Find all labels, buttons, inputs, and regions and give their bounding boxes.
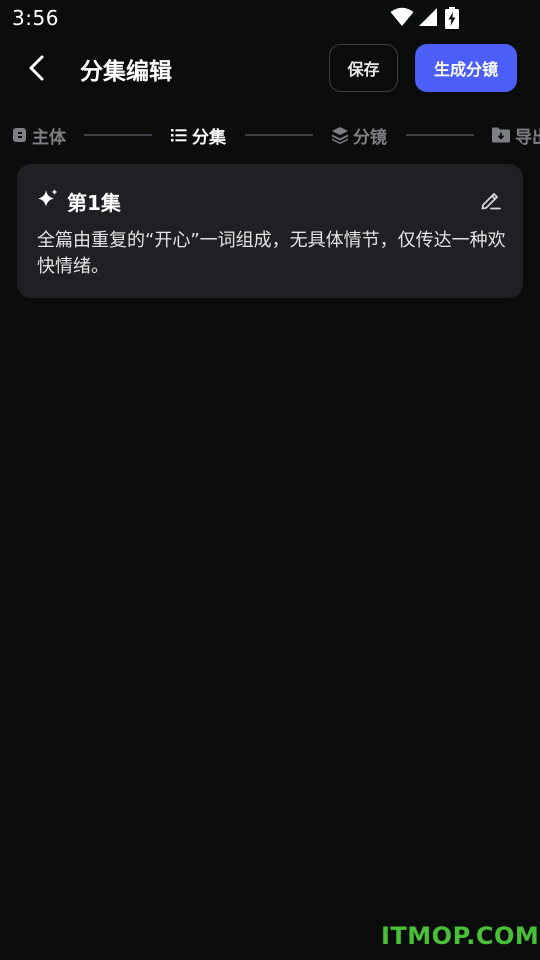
back-button[interactable] xyxy=(22,50,54,86)
sparkle-icon xyxy=(38,189,58,207)
chevron-left-icon xyxy=(29,55,44,81)
edit-episode-button[interactable] xyxy=(479,188,503,212)
layers-icon xyxy=(332,127,348,144)
step-export[interactable]: 导出 xyxy=(491,118,540,152)
signal-icon xyxy=(419,8,437,26)
status-bar: 3:56 xyxy=(0,0,540,36)
status-time: 3:56 xyxy=(12,6,59,30)
step-connector xyxy=(245,134,313,136)
battery-charging-icon xyxy=(445,7,459,29)
episode-summary: 全篇由重复的“开心”一词组成，无具体情节，仅传达一种欢快情绪。 xyxy=(37,230,506,277)
step-label: 分集 xyxy=(192,127,226,148)
edit-icon xyxy=(481,193,501,210)
watermark: ITMOP.COM xyxy=(381,922,540,950)
save-button[interactable]: 保存 xyxy=(329,44,398,92)
wifi-icon xyxy=(390,7,414,26)
subject-icon xyxy=(13,128,26,142)
step-connector xyxy=(406,134,474,136)
export-folder-icon xyxy=(492,127,510,143)
step-subject[interactable]: 主体 xyxy=(12,118,66,152)
step-storyboard[interactable]: 分镜 xyxy=(331,118,387,152)
step-label: 主体 xyxy=(32,127,66,148)
episode-card[interactable]: 第1集 全篇由重复的“开心”一词组成，无具体情节，仅传达一种欢快情绪。 xyxy=(17,164,523,298)
page-title: 分集编辑 xyxy=(80,59,172,85)
list-icon xyxy=(171,129,187,142)
generate-storyboard-button[interactable]: 生成分镜 xyxy=(415,44,517,92)
step-label: 导出 xyxy=(515,127,540,148)
step-label: 分镜 xyxy=(353,127,387,148)
step-episodes[interactable]: 分集 xyxy=(170,118,226,152)
step-connector xyxy=(84,134,152,136)
header: 分集编辑 保存 生成分镜 xyxy=(0,40,540,96)
step-progress-bar: 主体 分集 分镜 导 xyxy=(0,118,540,152)
screen: 3:56 分集编辑 保存 生成分镜 主体 分集 分镜 导 第1集 全篇由重复的“… xyxy=(0,0,540,960)
episode-title: 第1集 xyxy=(67,191,121,215)
